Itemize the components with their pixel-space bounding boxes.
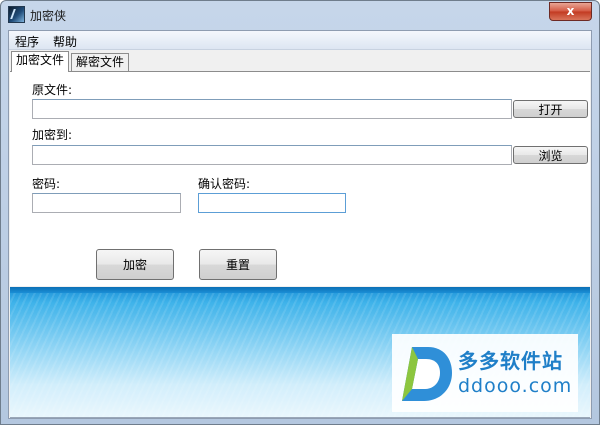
password-label: 密码: bbox=[32, 177, 61, 191]
menu-bar: 程序 帮助 bbox=[9, 31, 591, 50]
source-file-label: 原文件: bbox=[32, 83, 73, 97]
encrypt-panel: 原文件: 打开 加密到: 浏览 密码: 确认密码: 加密 重置 bbox=[10, 71, 590, 286]
app-logo-icon bbox=[8, 6, 25, 23]
target-file-label: 加密到: bbox=[32, 128, 73, 142]
ddooo-logo-icon bbox=[402, 347, 452, 401]
source-file-input[interactable] bbox=[32, 99, 512, 119]
close-button[interactable]: x bbox=[549, 2, 592, 21]
reset-button[interactable]: 重置 bbox=[199, 249, 277, 280]
menu-item-program[interactable]: 程序 bbox=[15, 33, 39, 50]
client-area: 程序 帮助 加密文件 解密文件 原文件: 打开 加密到: 浏览 密码: 确认密码… bbox=[8, 30, 592, 419]
confirm-password-label: 确认密码: bbox=[198, 177, 251, 191]
confirm-password-input[interactable] bbox=[198, 193, 346, 213]
tab-encrypt-file[interactable]: 加密文件 bbox=[11, 51, 70, 72]
banner-top-strip bbox=[10, 287, 590, 293]
watermark-badge: 多多软件站 ddooo.com bbox=[392, 334, 578, 412]
window-title: 加密侠 bbox=[30, 9, 67, 23]
target-file-input[interactable] bbox=[32, 145, 512, 165]
open-button[interactable]: 打开 bbox=[513, 100, 588, 118]
watermark-url: ddooo.com bbox=[458, 375, 573, 397]
bottom-divider bbox=[10, 417, 590, 418]
banner-image: 多多软件站 ddooo.com bbox=[10, 287, 590, 418]
tab-strip: 加密文件 解密文件 bbox=[9, 50, 591, 72]
title-bar[interactable]: 加密侠 x bbox=[1, 1, 599, 29]
watermark-title: 多多软件站 bbox=[458, 349, 563, 373]
encrypt-button[interactable]: 加密 bbox=[96, 249, 174, 280]
app-window: 加密侠 x 程序 帮助 加密文件 解密文件 原文件: 打开 加密到: 浏览 密码… bbox=[0, 0, 600, 425]
tab-decrypt-file[interactable]: 解密文件 bbox=[71, 53, 130, 71]
browse-button[interactable]: 浏览 bbox=[513, 146, 588, 164]
menu-item-help[interactable]: 帮助 bbox=[53, 33, 77, 50]
password-input[interactable] bbox=[32, 193, 181, 213]
